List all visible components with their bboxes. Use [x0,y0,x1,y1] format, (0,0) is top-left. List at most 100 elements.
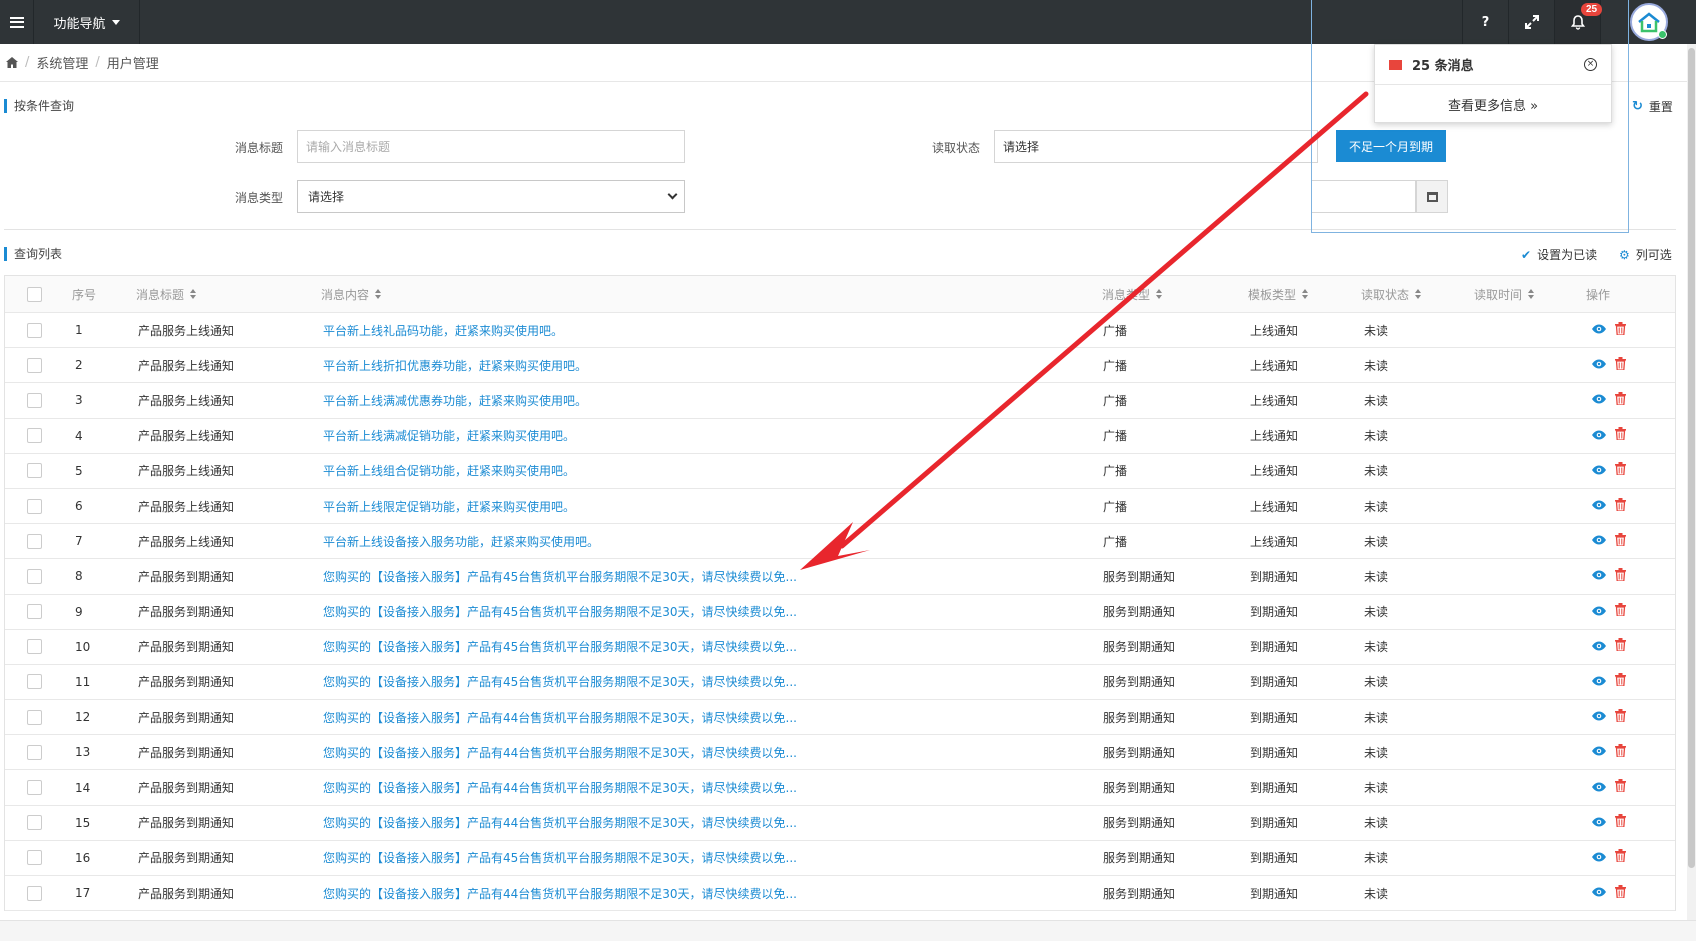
hamburger-icon[interactable] [0,0,34,44]
row-checkbox[interactable] [27,313,42,347]
delete-trash-icon[interactable] [1615,567,1626,585]
view-eye-icon[interactable] [1591,850,1607,866]
read-status-select[interactable]: 请选择 [994,130,1318,163]
row-checkbox[interactable] [27,454,42,488]
view-eye-icon[interactable] [1591,498,1607,514]
view-eye-icon[interactable] [1591,639,1607,655]
row-checkbox[interactable] [27,841,42,875]
view-eye-icon[interactable] [1591,392,1607,408]
cell-actions [1591,665,1626,699]
row-checkbox[interactable] [27,770,42,804]
row-checkbox[interactable] [27,806,42,840]
delete-trash-icon[interactable] [1615,497,1626,515]
cell-content-link[interactable]: 平台新上线折扣优惠券功能，赶紧来购买使用吧。 [323,348,587,382]
header-read-status[interactable]: 读取状态 [1361,276,1422,312]
close-icon[interactable]: × [1584,58,1597,71]
message-type-select[interactable]: 请选择 [297,180,685,213]
cell-content-link[interactable]: 平台新上线组合促销功能，赶紧来购买使用吧。 [323,454,575,488]
scrollbar-thumb[interactable] [1688,48,1695,868]
delete-trash-icon[interactable] [1615,356,1626,374]
message-title-input[interactable]: 请输入消息标题 [297,130,685,163]
cell-content-link[interactable]: 您购买的【设备接入服务】产品有45台售货机平台服务期限不足30天，请尽快续费以免… [323,595,797,629]
row-checkbox[interactable] [27,735,42,769]
delete-trash-icon[interactable] [1615,638,1626,655]
select-all-checkbox[interactable] [27,276,42,312]
header-template[interactable]: 模板类型 [1248,276,1309,312]
gear-icon: ⚙ [1619,247,1630,262]
page-scrollbar[interactable] [1687,44,1696,920]
breadcrumb-item-user[interactable]: 用户管理 [107,53,159,72]
row-checkbox[interactable] [27,559,42,593]
cell-content-link[interactable]: 您购买的【设备接入服务】产品有44台售货机平台服务期限不足30天，请尽快续费以免… [323,770,797,804]
row-checkbox[interactable] [27,524,42,558]
breadcrumb-item-system[interactable]: 系统管理 [36,53,88,72]
cell-content-link[interactable]: 平台新上线设备接入服务功能，赶紧来购买使用吧。 [323,524,599,558]
delete-trash-icon[interactable] [1615,603,1626,620]
delete-trash-icon[interactable] [1615,884,1626,902]
table-row: 1 产品服务上线通知 平台新上线礼品码功能，赶紧来购买使用吧。 广播 上线通知 未读 [5,313,1675,349]
delete-trash-icon[interactable] [1615,779,1626,796]
function-nav-dropdown[interactable]: 功能导航 [34,0,140,44]
cell-actions [1591,841,1626,875]
delete-trash-icon[interactable] [1615,814,1626,831]
cell-content-link[interactable]: 您购买的【设备接入服务】产品有44台售货机平台服务期限不足30天，请尽快续费以免… [323,700,797,734]
cell-content-link[interactable]: 平台新上线限定促销功能，赶紧来购买使用吧。 [323,489,575,523]
view-eye-icon[interactable] [1591,568,1607,584]
header-title[interactable]: 消息标题 [136,276,197,312]
view-eye-icon[interactable] [1591,428,1607,444]
delete-trash-icon[interactable] [1615,673,1626,690]
row-checkbox[interactable] [27,630,42,664]
cell-content-link[interactable]: 平台新上线满减促销功能，赶紧来购买使用吧。 [323,419,575,453]
cell-content-link[interactable]: 您购买的【设备接入服务】产品有45台售货机平台服务期限不足30天，请尽快续费以免… [323,630,797,664]
delete-trash-icon[interactable] [1615,321,1626,339]
view-eye-icon[interactable] [1591,674,1607,690]
row-checkbox[interactable] [27,383,42,417]
delete-trash-icon[interactable] [1615,849,1626,866]
set-read-button[interactable]: ✔ 设置为已读 [1521,246,1597,263]
delete-trash-icon[interactable] [1615,462,1626,479]
cell-template: 上线通知 [1250,534,1299,549]
table-row: 15 产品服务到期通知 您购买的【设备接入服务】产品有44台售货机平台服务期限不足3… [5,806,1675,841]
chevron-down-icon [667,189,678,200]
view-eye-icon[interactable] [1591,357,1607,373]
cell-no: 10 [75,639,91,654]
cell-no: 17 [75,886,91,901]
header-type[interactable]: 消息类型 [1102,276,1163,312]
view-eye-icon[interactable] [1591,604,1607,620]
view-eye-icon[interactable] [1591,709,1607,725]
view-eye-icon[interactable] [1591,780,1607,796]
cell-content-link[interactable]: 您购买的【设备接入服务】产品有44台售货机平台服务期限不足30天，请尽快续费以免… [323,735,797,769]
home-icon[interactable] [6,57,18,68]
row-checkbox[interactable] [27,665,42,699]
cell-content-link[interactable]: 平台新上线礼品码功能，赶紧来购买使用吧。 [323,313,563,347]
cell-content-link[interactable]: 您购买的【设备接入服务】产品有45台售货机平台服务期限不足30天，请尽快续费以免… [323,559,797,593]
view-eye-icon[interactable] [1591,885,1607,901]
row-checkbox[interactable] [27,595,42,629]
delete-trash-icon[interactable] [1615,532,1626,550]
cell-content-link[interactable]: 平台新上线满减优惠券功能，赶紧来购买使用吧。 [323,383,587,417]
cell-content-link[interactable]: 您购买的【设备接入服务】产品有45台售货机平台服务期限不足30天，请尽快续费以免… [323,841,797,875]
delete-trash-icon[interactable] [1615,708,1626,726]
view-eye-icon[interactable] [1591,322,1607,338]
view-more-link[interactable]: 查看更多信息 » [1375,85,1611,123]
cell-content-link[interactable]: 您购买的【设备接入服务】产品有44台售货机平台服务期限不足30天，请尽快续费以免… [323,806,797,840]
view-eye-icon[interactable] [1591,463,1607,479]
view-eye-icon[interactable] [1591,744,1607,760]
view-eye-icon[interactable] [1591,815,1607,831]
row-checkbox[interactable] [27,419,42,453]
view-eye-icon[interactable] [1591,533,1607,549]
header-read-time[interactable]: 读取时间 [1474,276,1535,312]
reset-button[interactable]: ↻ 重置 [1632,98,1673,115]
cell-content-link[interactable]: 您购买的【设备接入服务】产品有44台售货机平台服务期限不足30天，请尽快续费以免… [323,876,797,910]
home-logo-icon [1637,12,1660,33]
cell-content-link[interactable]: 您购买的【设备接入服务】产品有45台售货机平台服务期限不足30天，请尽快续费以免… [323,665,797,699]
row-checkbox[interactable] [27,348,42,382]
row-checkbox[interactable] [27,876,42,910]
row-checkbox[interactable] [27,700,42,734]
delete-trash-icon[interactable] [1615,427,1626,444]
columns-button[interactable]: ⚙ 列可选 [1619,246,1672,263]
row-checkbox[interactable] [27,489,42,523]
header-content[interactable]: 消息内容 [321,276,382,312]
delete-trash-icon[interactable] [1615,743,1626,761]
delete-trash-icon[interactable] [1615,391,1626,409]
